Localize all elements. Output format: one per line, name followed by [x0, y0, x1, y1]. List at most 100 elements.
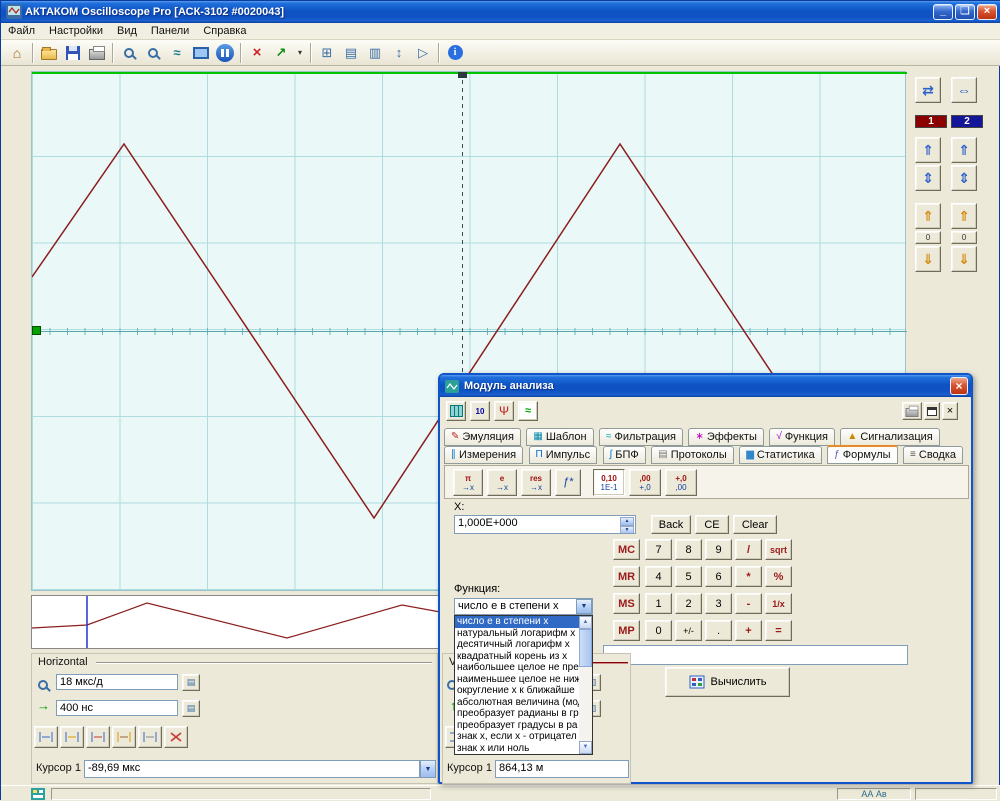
key-8[interactable]: 8: [675, 539, 702, 560]
autoset-icon[interactable]: ↗: [270, 42, 292, 64]
tab-measurements[interactable]: ∥Измерения: [444, 446, 523, 464]
menu-help[interactable]: Справка: [196, 23, 253, 39]
key-plus[interactable]: +: [735, 620, 762, 641]
list-item[interactable]: округление х к ближайше: [455, 685, 579, 697]
menu-file[interactable]: Файл: [1, 23, 42, 39]
list-item[interactable]: знак х или ноль: [455, 743, 579, 755]
dialog-close-button[interactable]: ×: [950, 377, 968, 395]
display-icon[interactable]: [190, 42, 212, 64]
cursor1-dropdown-button[interactable]: ▼: [420, 760, 436, 778]
key-multiply[interactable]: *: [735, 566, 762, 587]
cursor-mode-button-5[interactable]: [138, 726, 162, 748]
tuning-fork-icon[interactable]: Ψ: [494, 401, 514, 421]
list-item[interactable]: натуральный логарифм х: [455, 628, 579, 640]
mc-button[interactable]: MC: [613, 539, 640, 560]
ch1-shift-down-button[interactable]: ⇓: [915, 246, 941, 272]
save-icon[interactable]: [62, 42, 84, 64]
spin-down-icon[interactable]: ▼: [620, 526, 634, 534]
back-button[interactable]: Back: [651, 515, 691, 534]
exit-icon[interactable]: ⌂: [6, 42, 28, 64]
ch1-shift-up-button[interactable]: ⇑: [915, 203, 941, 229]
list-item[interactable]: абсолютная величина (мод: [455, 697, 579, 709]
autoscale-horizontal-button[interactable]: ⇄: [915, 77, 941, 103]
result-field[interactable]: [603, 645, 908, 665]
zoom-icon[interactable]: [142, 42, 164, 64]
list-scrollbar[interactable]: ▲ ▼: [579, 616, 592, 754]
decimals-increase-button[interactable]: +,0,00: [665, 469, 697, 496]
print-icon[interactable]: [902, 402, 922, 420]
function-button[interactable]: ƒ*: [555, 469, 581, 496]
tab-pulse[interactable]: ΠИмпульс: [529, 446, 598, 464]
e-to-x-button[interactable]: e→x: [487, 469, 517, 496]
key-1[interactable]: 1: [645, 593, 672, 614]
list-item[interactable]: квадратный корень из х: [455, 651, 579, 663]
tab-statistics[interactable]: ▆Статистика: [739, 446, 821, 464]
cursor-mode-button-1[interactable]: [34, 726, 58, 748]
list-item[interactable]: наименьшее целое не ниж: [455, 674, 579, 686]
measure-panel-icon[interactable]: ↕: [388, 42, 410, 64]
horizontal-panel-icon[interactable]: ▤: [340, 42, 362, 64]
ch2-autoscale-vertical-button[interactable]: ⇕: [951, 165, 977, 191]
x-value-field[interactable]: 1,000E+000 ▲▼: [454, 515, 636, 534]
key-equals[interactable]: =: [765, 620, 792, 641]
delay-button[interactable]: ▤: [182, 700, 200, 717]
waveforms-icon[interactable]: ≈: [166, 42, 188, 64]
list-item[interactable]: знак х, если х - отрицател: [455, 731, 579, 743]
scroll-thumb[interactable]: [579, 629, 592, 667]
key-dot[interactable]: .: [705, 620, 732, 641]
list-item[interactable]: десятичный логарифм х: [455, 639, 579, 651]
table-icon[interactable]: [446, 401, 466, 421]
key-6[interactable]: 6: [705, 566, 732, 587]
tab-protocols[interactable]: ▤Протоколы: [651, 446, 734, 464]
ch2-shift-down-button[interactable]: ⇓: [951, 246, 977, 272]
v-cursor1-value-field[interactable]: 864,13 м: [495, 760, 629, 778]
restore-icon[interactable]: [924, 402, 940, 420]
info-icon[interactable]: i: [444, 42, 466, 64]
decimals-decrease-button[interactable]: ,00+,0: [629, 469, 661, 496]
scroll-down-icon[interactable]: ▼: [579, 741, 592, 754]
stop-icon[interactable]: ×: [246, 42, 268, 64]
list-item[interactable]: преобразует радианы в гр: [455, 708, 579, 720]
cursor1-value-field[interactable]: -89,69 мкс: [84, 760, 420, 778]
key-2[interactable]: 2: [675, 593, 702, 614]
ch2-expand-button[interactable]: ⇑: [951, 137, 977, 163]
key-minus[interactable]: -: [735, 593, 762, 614]
ms-button[interactable]: MS: [613, 593, 640, 614]
key-4[interactable]: 4: [645, 566, 672, 587]
close-panel-icon[interactable]: ×: [942, 402, 958, 420]
ch1-autoscale-vertical-button[interactable]: ⇕: [915, 165, 941, 191]
generator-panel-icon[interactable]: ▷: [412, 42, 434, 64]
key-0[interactable]: 0: [645, 620, 672, 641]
binary-icon[interactable]: 10: [470, 401, 490, 421]
tab-formulas[interactable]: ƒФормулы: [827, 445, 897, 464]
channel2-badge[interactable]: 2: [951, 115, 983, 128]
sci-notation-toggle[interactable]: 0,101E-1: [593, 469, 625, 496]
maximize-button[interactable]: ❑: [955, 4, 975, 20]
minimize-button[interactable]: _: [933, 4, 953, 20]
key-9[interactable]: 9: [705, 539, 732, 560]
key-divide[interactable]: /: [735, 539, 762, 560]
res-to-x-button[interactable]: res→x: [521, 469, 551, 496]
key-3[interactable]: 3: [705, 593, 732, 614]
cursor-clear-button[interactable]: [164, 726, 188, 748]
time-scale-button[interactable]: ▤: [182, 674, 200, 691]
device-panel-icon[interactable]: ⊞: [316, 42, 338, 64]
vertical-panel-icon[interactable]: ▥: [364, 42, 386, 64]
scroll-up-icon[interactable]: ▲: [579, 616, 592, 629]
ce-button[interactable]: CE: [695, 515, 729, 534]
time-scale-field[interactable]: 18 мкс/д: [56, 674, 178, 690]
cursor-mode-button-2[interactable]: [60, 726, 84, 748]
compute-button[interactable]: Вычислить: [665, 667, 790, 697]
fit-horizontal-button[interactable]: ⇔: [951, 77, 977, 103]
key-5[interactable]: 5: [675, 566, 702, 587]
key-sign[interactable]: +/-: [675, 620, 702, 641]
list-item[interactable]: наибольшее целое не прев: [455, 662, 579, 674]
tab-fft[interactable]: ∫БПФ: [603, 446, 646, 464]
close-button[interactable]: ×: [977, 4, 997, 20]
print-icon[interactable]: [86, 42, 108, 64]
pi-to-x-button[interactable]: π→x: [453, 469, 483, 496]
function-combobox[interactable]: число е в степени х ▼: [454, 598, 593, 615]
key-sqrt[interactable]: sqrt: [765, 539, 792, 560]
delay-field[interactable]: 400 нс: [56, 700, 178, 716]
tab-summary[interactable]: ≡Сводка: [903, 446, 963, 464]
